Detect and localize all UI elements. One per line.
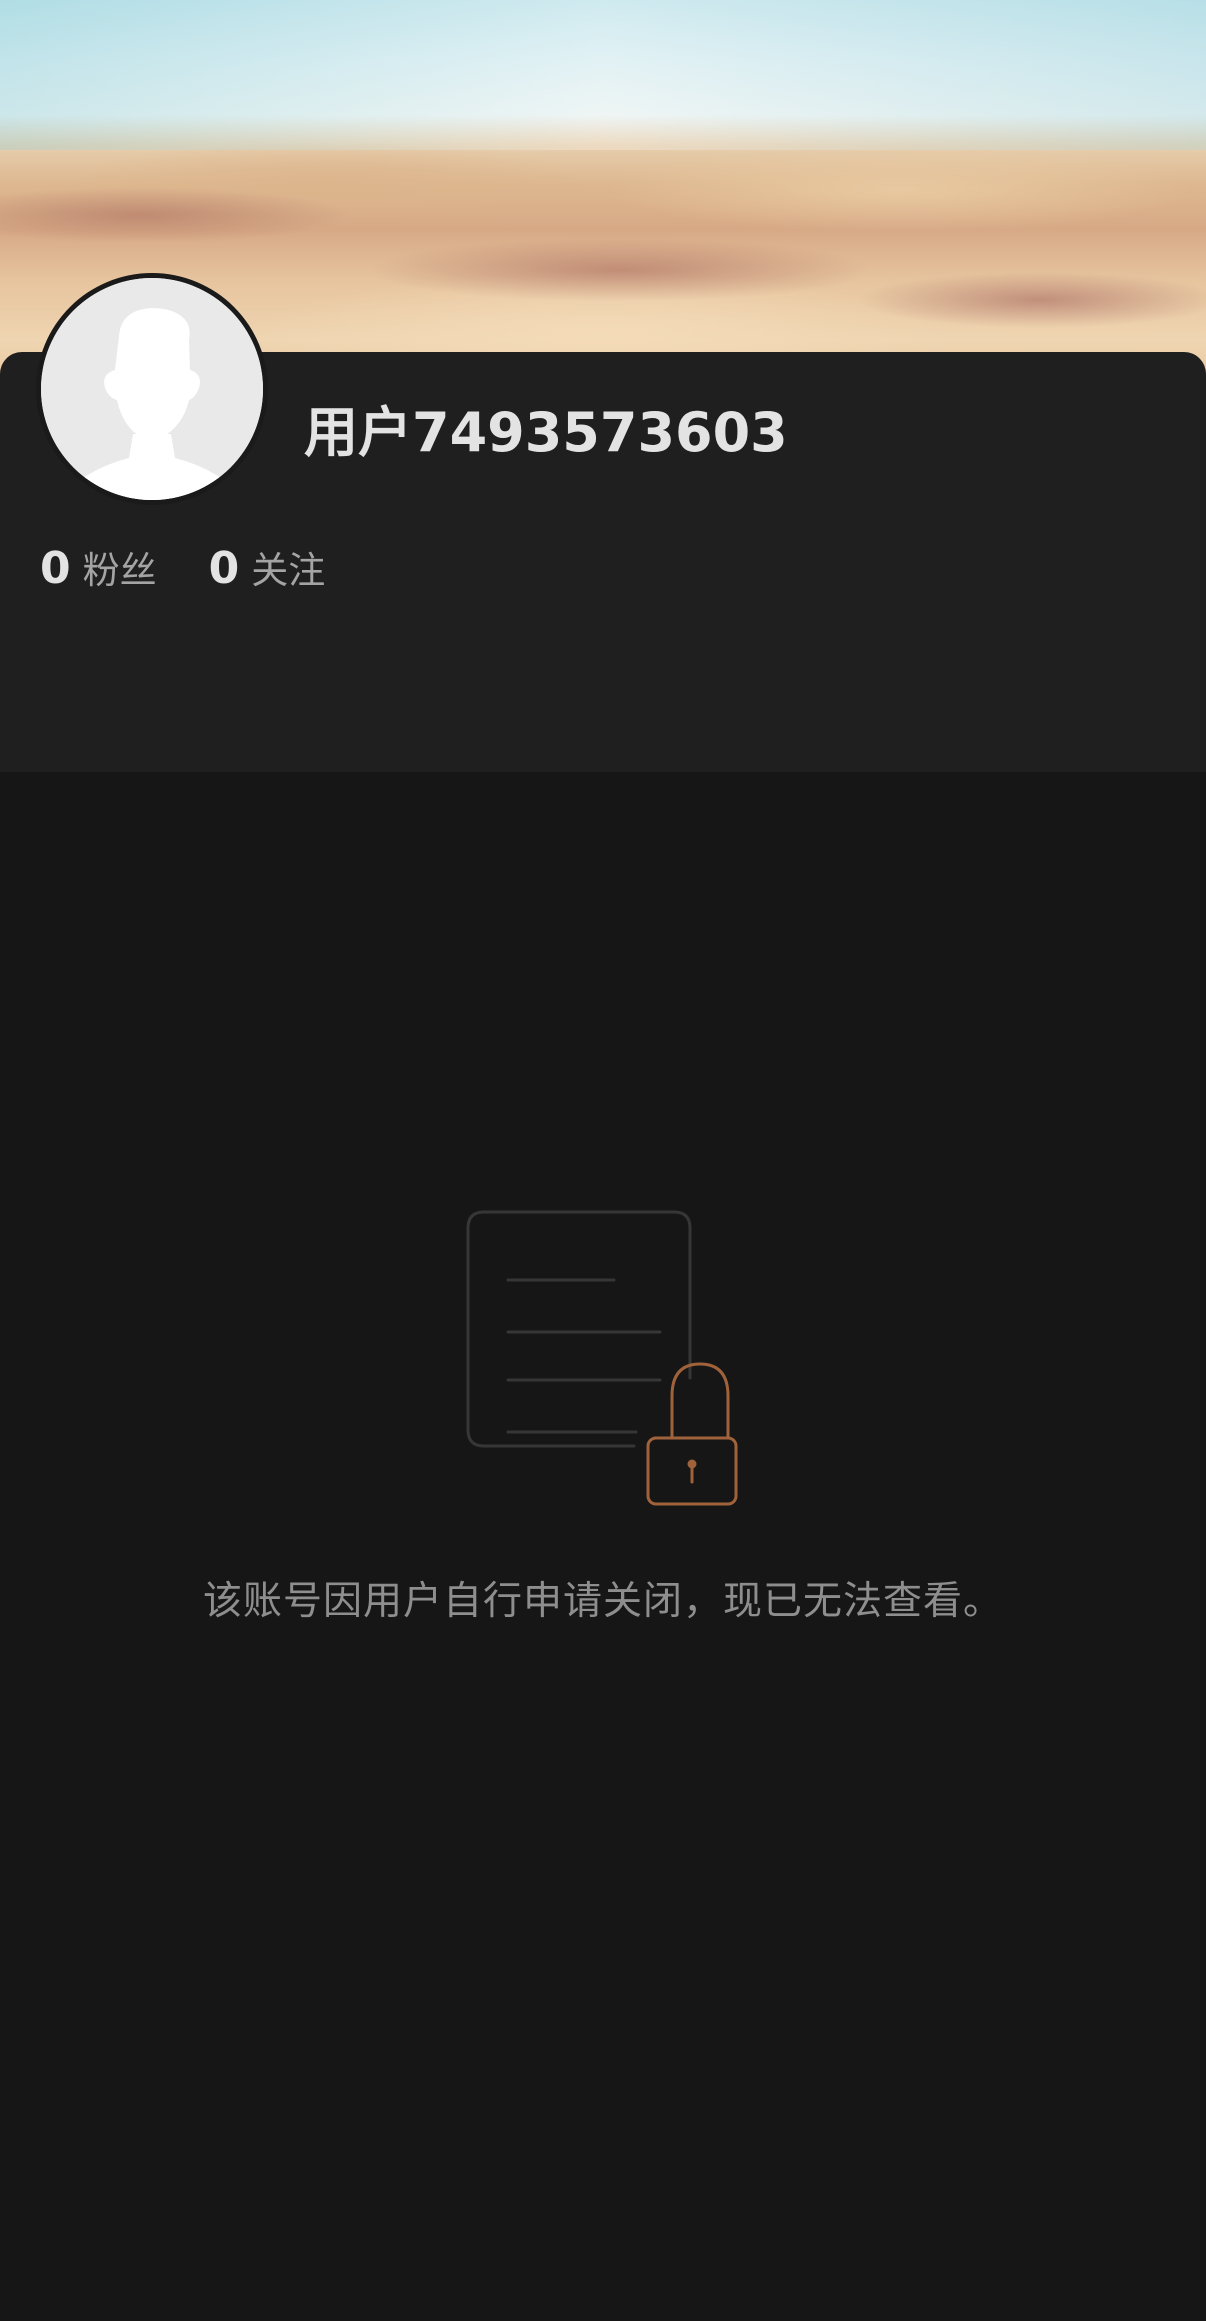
- default-avatar-icon: [41, 278, 263, 500]
- profile-stats: 0 粉丝 0 关注: [40, 540, 377, 594]
- locked-content-area: [0, 772, 1206, 2321]
- followers-stat[interactable]: 0 粉丝: [40, 540, 157, 594]
- following-label: 关注: [251, 549, 326, 592]
- avatar[interactable]: [36, 273, 268, 505]
- followers-label: 粉丝: [82, 549, 157, 592]
- locked-document-icon: [464, 1208, 738, 1508]
- following-count: 0: [208, 543, 240, 594]
- username: 用户7493573603: [304, 401, 788, 464]
- followers-count: 0: [40, 543, 71, 594]
- following-stat[interactable]: 0 关注: [209, 540, 326, 594]
- cover-sky: [0, 0, 1206, 150]
- account-closed-message: 该账号因用户自行申请关闭，现已无法查看。: [202, 1579, 1003, 1624]
- profile-page: 用户7493573603 0 粉丝 0 关注 该账号因用户自行申请关闭，现已无法…: [0, 0, 1206, 2321]
